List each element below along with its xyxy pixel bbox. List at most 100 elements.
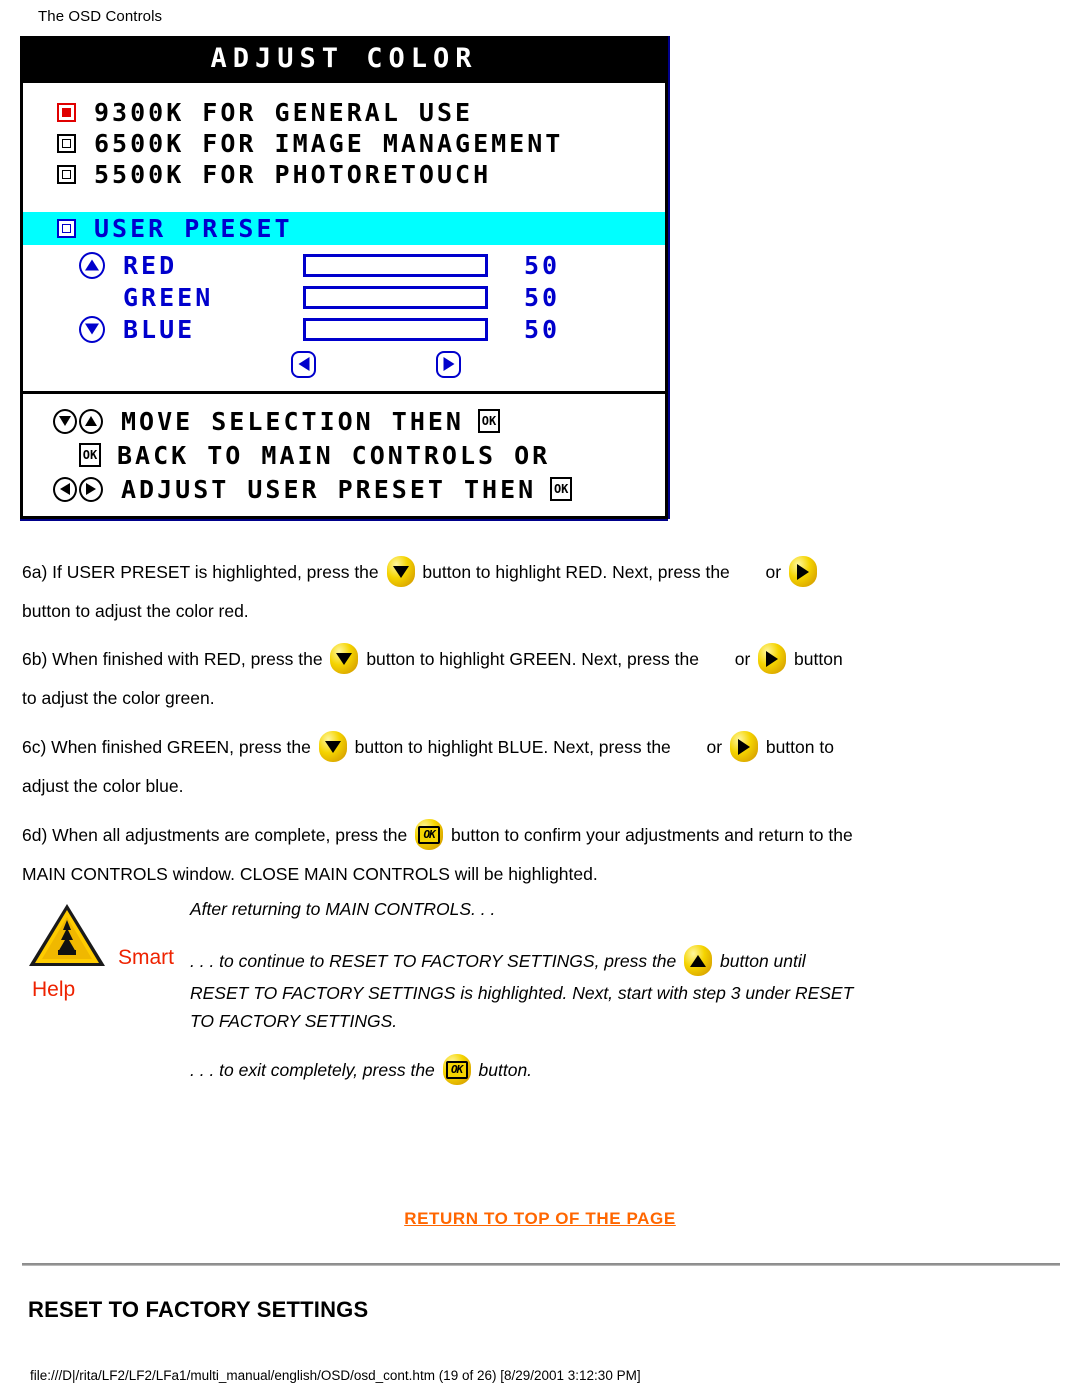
preset-option-label: 9300K FOR GENERAL USE <box>94 98 474 127</box>
right-arrow-icon[interactable] <box>436 350 461 378</box>
step-text: button to highlight RED. Next, press the <box>422 562 730 582</box>
smart-help-line4: . . . to exit completely, press the OK b… <box>190 1054 532 1086</box>
slider-nav-buttons <box>23 345 665 383</box>
down-arrow-icon[interactable] <box>53 408 77 434</box>
smart-help-help-label: Help <box>32 978 76 1001</box>
slider-row-red[interactable]: RED 50 <box>23 249 665 281</box>
slider-row-blue[interactable]: BLUE 50 <box>23 313 665 345</box>
ok-button-glyph: OK <box>418 825 441 844</box>
up-arrow-icon[interactable] <box>79 251 105 279</box>
step-text: button to highlight BLUE. Next, press th… <box>354 737 671 757</box>
step-text: 6b) When finished with RED, press the <box>22 649 323 669</box>
smart-help-smart-label: Smart <box>118 946 175 969</box>
osd-hint-back-to-main: OK BACK TO MAIN CONTROLS OR <box>23 438 665 472</box>
smart-help-text: . . . to exit completely, press the <box>190 1060 435 1080</box>
ok-icon[interactable]: OK <box>477 409 500 433</box>
horizontal-divider <box>22 1263 1060 1266</box>
slider-row-green[interactable]: GREEN 50 <box>23 281 665 313</box>
preset-option-9300k[interactable]: 9300K FOR GENERAL USE <box>23 97 665 128</box>
slider-arrow-slot <box>73 315 111 343</box>
warning-triangle-icon <box>25 900 109 972</box>
smart-help-line1: . . . to continue to RESET TO FACTORY SE… <box>190 945 806 977</box>
user-preset-label: USER PRESET <box>94 214 293 243</box>
preset-option-user-preset[interactable]: USER PRESET <box>23 212 665 245</box>
radio-unselected-icon[interactable] <box>57 134 76 153</box>
color-slider-group: RED 50 GREEN 50 BLUE 50 <box>23 245 665 385</box>
radio-selected-icon[interactable] <box>57 103 76 122</box>
slider-label-red: RED <box>123 250 178 280</box>
step-6b-line2: to adjust the color green. <box>22 688 215 708</box>
step-text: 6c) When finished GREEN, press the <box>22 737 311 757</box>
osd-hint-text: MOVE SELECTION THEN <box>121 406 464 436</box>
hint-icon-group <box>53 476 105 502</box>
slider-value-red: 50 <box>524 250 561 280</box>
down-arrow-icon[interactable] <box>79 315 105 343</box>
smart-help-after-returning: After returning to MAIN CONTROLS. . . <box>190 899 496 919</box>
up-arrow-icon[interactable] <box>79 408 103 434</box>
step-text: button <box>794 649 843 669</box>
step-6b-line1: 6b) When finished with RED, press the bu… <box>22 640 843 679</box>
smart-help-text: button. <box>478 1060 533 1080</box>
smart-help-line3: TO FACTORY SETTINGS. <box>190 1011 398 1031</box>
ok-button-glyph: OK <box>445 1060 468 1079</box>
slider-track-green[interactable] <box>303 285 488 309</box>
step-text: or <box>734 649 751 669</box>
osd-hint-text: ADJUST USER PRESET THEN <box>121 474 537 504</box>
osd-hint-move-selection: MOVE SELECTION THEN OK <box>23 404 665 438</box>
preset-option-label: 6500K FOR IMAGE MANAGEMENT <box>94 129 564 158</box>
smart-help-text: button until <box>720 951 806 971</box>
radio-unselected-icon[interactable] <box>57 219 76 238</box>
page-header-title: The OSD Controls <box>38 8 163 25</box>
slider-track-red[interactable] <box>303 253 488 277</box>
step-6c-line1: 6c) When finished GREEN, press the butto… <box>22 728 834 767</box>
left-arrow-icon[interactable] <box>53 476 77 502</box>
return-to-top-link[interactable]: RETURN TO TOP OF THE PAGE <box>0 1209 1080 1229</box>
ok-button-icon[interactable]: OK <box>442 1054 471 1085</box>
right-button-icon[interactable] <box>788 556 817 587</box>
osd-preset-list: 9300K FOR GENERAL USE 6500K FOR IMAGE MA… <box>23 80 665 391</box>
slider-track-blue[interactable] <box>303 317 488 341</box>
page-footer-path: file:///D|/rita/LF2/LF2/LFa1/multi_manua… <box>30 1368 641 1383</box>
preset-option-5500k[interactable]: 5500K FOR PHOTORETOUCH <box>23 159 665 190</box>
slider-value-green: 50 <box>524 282 561 312</box>
step-text: 6d) When all adjustments are complete, p… <box>22 825 408 845</box>
up-button-icon[interactable] <box>684 945 713 976</box>
osd-hint-panel: MOVE SELECTION THEN OK OK BACK TO MAIN C… <box>23 394 665 516</box>
ok-button-icon[interactable]: OK <box>415 819 444 850</box>
step-text: or <box>706 737 723 757</box>
down-button-icon[interactable] <box>386 556 415 587</box>
down-button-icon[interactable] <box>330 643 359 674</box>
right-button-icon[interactable] <box>729 731 758 762</box>
smart-help-text: . . . to continue to RESET TO FACTORY SE… <box>190 951 677 971</box>
step-6d-line1: 6d) When all adjustments are complete, p… <box>22 816 853 855</box>
left-arrow-icon[interactable] <box>291 350 316 378</box>
right-button-icon[interactable] <box>758 643 787 674</box>
slider-label-green: GREEN <box>123 282 214 312</box>
preset-option-label: 5500K FOR PHOTORETOUCH <box>94 160 492 189</box>
radio-unselected-icon[interactable] <box>57 165 76 184</box>
step-text: button to confirm your adjustments and r… <box>450 825 853 845</box>
step-text: button to highlight GREEN. Next, press t… <box>366 649 699 669</box>
slider-arrow-slot <box>73 251 111 279</box>
ok-icon[interactable]: OK <box>550 477 573 501</box>
step-text: or <box>765 562 782 582</box>
slider-value-blue: 50 <box>524 314 561 344</box>
step-text: button to <box>765 737 834 757</box>
step-6d-line2: MAIN CONTROLS window. CLOSE MAIN CONTROL… <box>22 864 598 884</box>
step-6a-line2: button to adjust the color red. <box>22 601 249 621</box>
osd-hint-adjust-user-preset: ADJUST USER PRESET THEN OK <box>23 472 665 506</box>
hint-icon-group <box>53 408 105 434</box>
ok-icon[interactable]: OK <box>79 443 101 467</box>
step-6a-line1: 6a) If USER PRESET is highlighted, press… <box>22 553 820 592</box>
osd-title: ADJUST COLOR <box>23 39 665 80</box>
right-arrow-icon[interactable] <box>79 476 103 502</box>
step-text: 6a) If USER PRESET is highlighted, press… <box>22 562 379 582</box>
step-6c-line2: adjust the color blue. <box>22 776 184 796</box>
down-button-icon[interactable] <box>318 731 347 762</box>
osd-window: ADJUST COLOR 9300K FOR GENERAL USE 6500K… <box>20 36 668 519</box>
section-heading: RESET TO FACTORY SETTINGS <box>28 1297 369 1322</box>
slider-label-blue: BLUE <box>123 314 196 344</box>
preset-option-6500k[interactable]: 6500K FOR IMAGE MANAGEMENT <box>23 128 665 159</box>
osd-hint-text: BACK TO MAIN CONTROLS OR <box>117 440 551 470</box>
